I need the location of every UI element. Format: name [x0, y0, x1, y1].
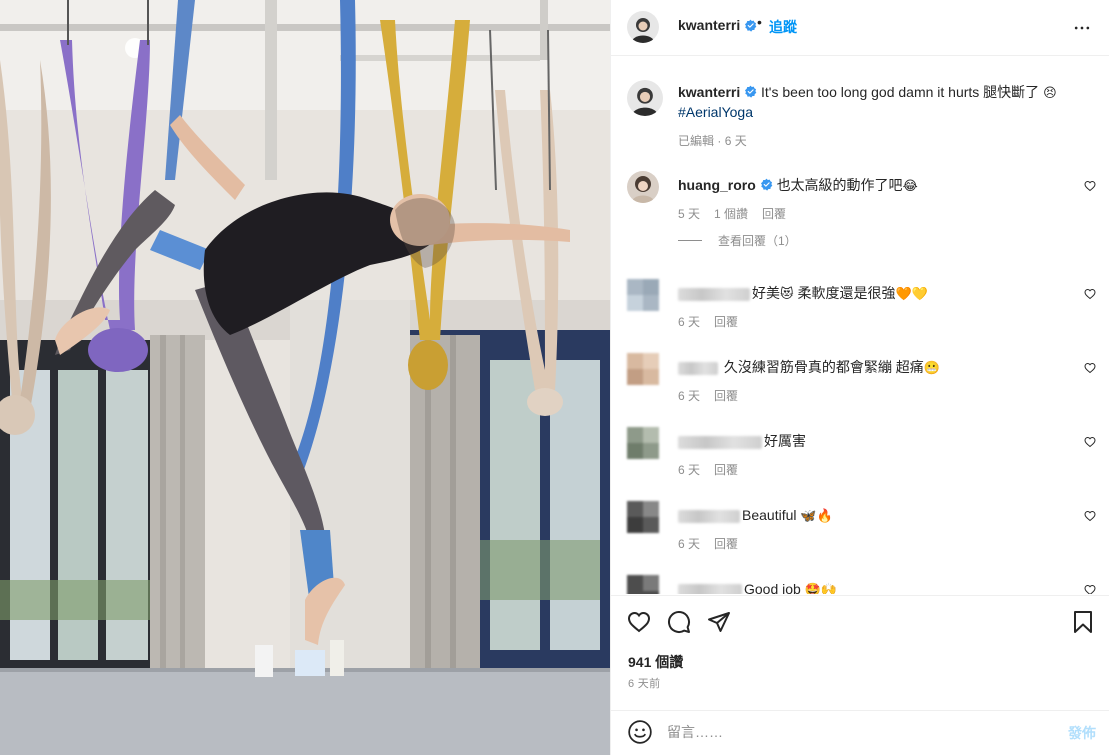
caption-meta: 已編輯 · 6 天 — [678, 134, 747, 148]
blurred-username[interactable] — [678, 361, 718, 375]
caption-body: It's been too long god damn it hurts 腿快斷… — [761, 84, 1040, 100]
heart-icon[interactable] — [627, 610, 651, 634]
comments-list[interactable]: kwanterri It's been too long god damn it… — [611, 57, 1109, 594]
share-icon[interactable] — [707, 610, 731, 634]
reply-button[interactable]: 回覆 — [714, 461, 738, 478]
comment-text: 好美😻 柔軟度還是很強🧡💛 — [678, 284, 1078, 304]
comment-like-heart-icon[interactable] — [1084, 510, 1096, 522]
commenter-avatar[interactable] — [627, 501, 659, 533]
comment-body: 好厲害 — [764, 433, 806, 449]
commenter-avatar[interactable] — [627, 353, 659, 385]
comment-body-2: 柔軟度還是很強 — [797, 285, 896, 301]
view-replies-label[interactable]: 查看回覆（1） — [718, 232, 797, 249]
comment-meta: 5 天 1 個讚 回覆 — [678, 205, 786, 222]
reply-button[interactable]: 回覆 — [714, 313, 738, 330]
blurred-username[interactable] — [678, 583, 742, 594]
post-header: kwanterri • 追蹤 — [611, 0, 1109, 56]
author-avatar[interactable] — [627, 11, 659, 43]
comment-meta: 6 天 回覆 — [678, 535, 738, 552]
commenter-avatar[interactable] — [627, 171, 659, 203]
comment-emoji: 🤩🙌 — [804, 583, 838, 594]
commenter-avatar[interactable] — [627, 279, 659, 311]
comment-body: 久沒練習筋骨真的都會緊繃 超痛 — [723, 359, 924, 375]
comment-input[interactable] — [667, 719, 1047, 745]
more-options-icon[interactable] — [1072, 18, 1092, 38]
comment-emoji-2: 🧡💛 — [895, 287, 928, 302]
comment-body: 好美 — [752, 285, 780, 301]
comment-time[interactable]: 6 天 — [678, 387, 700, 404]
blurred-username[interactable] — [678, 509, 740, 523]
comment-icon[interactable] — [667, 610, 691, 634]
commenter-avatar[interactable] — [627, 427, 659, 459]
bookmark-icon[interactable] — [1071, 610, 1095, 634]
caption-avatar[interactable] — [627, 80, 663, 116]
comment-body: Good job — [744, 581, 801, 594]
reply-button[interactable]: 回覆 — [714, 535, 738, 552]
post-date[interactable]: 6 天前 — [628, 675, 660, 691]
caption-username[interactable]: kwanterri — [678, 84, 740, 100]
comment-time[interactable]: 6 天 — [678, 535, 700, 552]
comment-meta: 6 天 回覆 — [678, 387, 738, 404]
comment-body: Beautiful — [742, 507, 797, 523]
view-replies-button[interactable]: 查看回覆（1） — [678, 232, 797, 249]
comment-like-heart-icon[interactable] — [1084, 362, 1096, 374]
blurred-username[interactable] — [678, 287, 750, 301]
author-username-text[interactable]: kwanterri — [678, 17, 740, 33]
post-photo[interactable] — [0, 0, 610, 755]
comment-body: 也太高級的動作了吧 — [776, 177, 903, 193]
edited-label: 已編輯 — [678, 134, 715, 148]
add-comment-bar: 發佈 — [611, 710, 1109, 755]
commenter-avatar[interactable] — [627, 575, 659, 594]
post-detail-panel: kwanterri • 追蹤 kwanterri It's been too l… — [610, 0, 1109, 755]
likes-count[interactable]: 941 個讚 — [628, 652, 683, 672]
caption-hashtag[interactable]: #AerialYoga — [678, 104, 753, 120]
emoji-icon[interactable] — [627, 719, 653, 745]
caption-text: kwanterri It's been too long god damn it… — [678, 83, 1068, 122]
comment-text: 好厲害 — [678, 432, 1078, 450]
reply-button[interactable]: 回覆 — [762, 205, 786, 222]
commenter-username[interactable]: huang_roro — [678, 177, 756, 193]
comment-emoji: 😂 — [902, 179, 918, 194]
caption-emoji: 😣 — [1043, 86, 1057, 101]
reply-button[interactable]: 回覆 — [714, 387, 738, 404]
comment-meta: 6 天 回覆 — [678, 461, 738, 478]
comment-text: Good job 🤩🙌 — [678, 580, 1078, 594]
header-separator: • — [757, 14, 762, 30]
comment-text: Beautiful 🦋🔥 — [678, 506, 1078, 526]
comment-emoji: 😬 — [923, 361, 940, 376]
comment-time[interactable]: 6 天 — [678, 313, 700, 330]
blurred-username[interactable] — [678, 435, 762, 449]
comment-likes[interactable]: 1 個讚 — [714, 205, 748, 222]
comment-like-heart-icon[interactable] — [1084, 288, 1096, 300]
follow-button[interactable]: 追蹤 — [769, 17, 797, 37]
comment-meta: 6 天 回覆 — [678, 313, 738, 330]
verified-badge-icon — [760, 178, 773, 191]
comment-emoji: 🦋🔥 — [800, 509, 833, 524]
post-comment-button[interactable]: 發佈 — [1068, 723, 1096, 743]
post-actions: 941 個讚 6 天前 — [611, 595, 1109, 710]
comment-text: huang_roro 也太高級的動作了吧😂 — [678, 176, 1078, 196]
comment-emoji: 😻 — [780, 287, 794, 302]
verified-badge-icon — [745, 85, 757, 98]
caption-time[interactable]: 6 天 — [725, 134, 747, 148]
comment-time[interactable]: 6 天 — [678, 461, 700, 478]
comment-like-heart-icon[interactable] — [1084, 436, 1096, 448]
comment-like-heart-icon[interactable] — [1084, 180, 1096, 192]
replies-divider — [678, 240, 702, 241]
comment-like-heart-icon[interactable] — [1084, 584, 1096, 594]
verified-badge-icon — [745, 19, 757, 32]
comment-text: 久沒練習筋骨真的都會緊繃 超痛😬 — [678, 358, 1078, 378]
author-username[interactable]: kwanterri — [678, 17, 757, 33]
comment-time[interactable]: 5 天 — [678, 205, 700, 222]
